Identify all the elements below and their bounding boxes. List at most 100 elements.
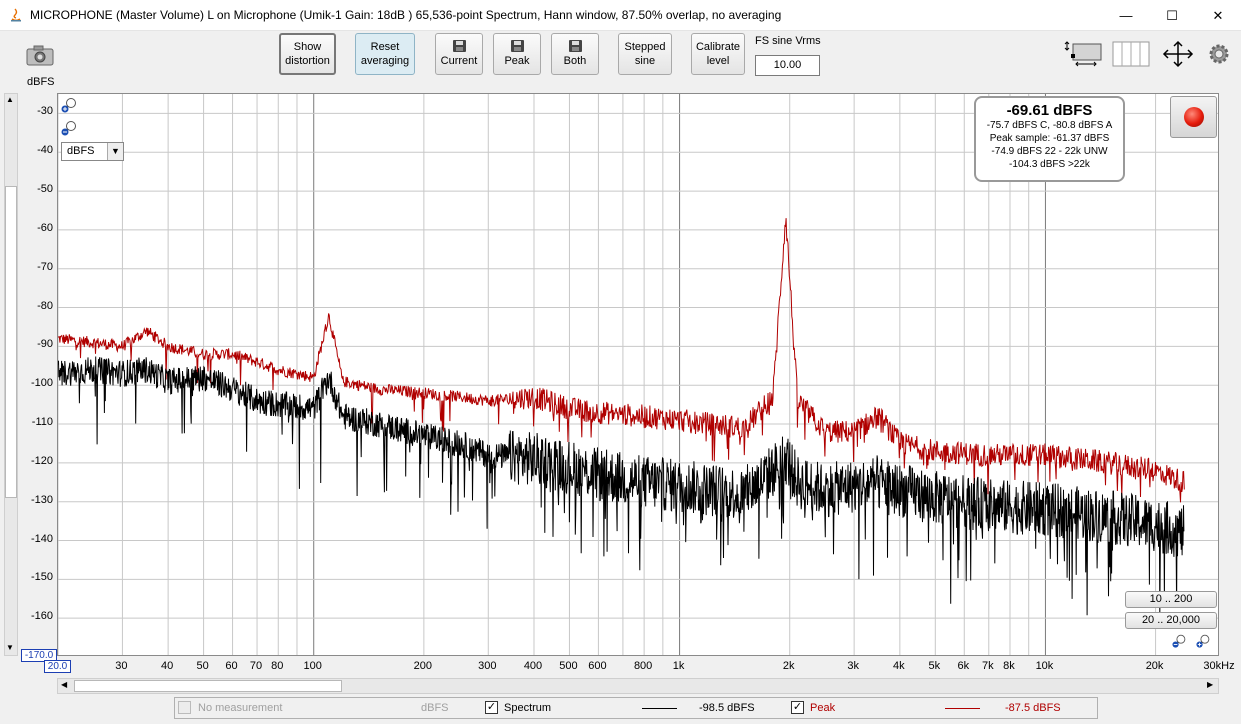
reset-averaging-label-2: averaging: [360, 55, 410, 67]
close-button[interactable]: ✕: [1195, 0, 1241, 31]
fs-sine-label: FS sine Vrms: [755, 35, 821, 47]
calibrate-level-label-1: Calibrate: [695, 41, 741, 53]
save-both-label: Both: [563, 55, 587, 67]
no-measurement-checkbox[interactable]: [178, 701, 191, 714]
spectrum-trace: [58, 356, 1185, 618]
y-tick-label: -80: [37, 299, 53, 312]
show-distortion-label-2: distortion: [285, 55, 330, 67]
y-tick-label: -50: [37, 183, 53, 196]
x-tick-label: 600: [588, 660, 607, 672]
save-current-button[interactable]: Current: [435, 33, 483, 75]
x-tick-label: 5k: [928, 660, 941, 672]
x-tick-label: 300: [478, 660, 497, 672]
unit-dropdown-value: dBFS: [67, 145, 95, 157]
spectrum-legend-label: Spectrum: [504, 702, 552, 714]
zoom-out-icon[interactable]: [61, 120, 79, 136]
x-tick-label: 800: [633, 660, 653, 672]
spectrum-checkbox[interactable]: ✓: [485, 701, 498, 714]
peak-legend-value: -87.5 dBFS: [1005, 702, 1061, 714]
x-tick-label: 30kHz: [1203, 660, 1235, 672]
scroll-left-arrow-icon[interactable]: ◀: [61, 680, 67, 689]
x-tick-label: 2k: [782, 660, 795, 672]
save-both-button[interactable]: Both: [551, 33, 599, 75]
x-tick-label: 4k: [893, 660, 905, 672]
x-tick-label: 6k: [957, 660, 970, 672]
y-tick-label: -30: [37, 105, 53, 118]
camera-icon[interactable]: [26, 44, 54, 66]
scroll-right-arrow-icon[interactable]: ▶: [1207, 680, 1213, 689]
maximize-button[interactable]: ☐: [1149, 0, 1195, 31]
horizontal-scroll-thumb[interactable]: [74, 680, 342, 692]
calibrate-level-label-2: level: [706, 55, 730, 67]
unit-dropdown[interactable]: dBFS ▼: [61, 142, 124, 161]
x-tick-label: 80: [271, 660, 284, 672]
x-tick-label: 100: [303, 660, 322, 672]
peak-sample: Peak sample: -61.37 dBFS: [989, 133, 1110, 144]
peak-trace: [58, 218, 1185, 503]
stepped-sine-label-1: Stepped: [624, 41, 666, 53]
x-zoom-out-icon[interactable]: [1172, 633, 1188, 649]
y-tick-label: -40: [37, 144, 53, 157]
no-measurement-label: No measurement: [198, 702, 283, 714]
save-disk-icon: [510, 40, 524, 52]
chevron-down-icon: ▼: [107, 143, 123, 160]
y-tick-label: -100: [30, 377, 53, 390]
x-zoom-in-icon[interactable]: [1196, 633, 1212, 649]
save-disk-icon: [568, 40, 582, 52]
level-above-22k: -104.3 dBFS >22k: [1009, 159, 1090, 170]
calibrate-level-button[interactable]: Calibrate level: [691, 33, 745, 75]
peak-checkbox[interactable]: ✓: [791, 701, 804, 714]
x-tick-label: 400: [523, 660, 543, 672]
y-tick-label: -90: [37, 338, 53, 351]
x-tick-label: 60: [225, 660, 238, 672]
y-tick-label: -130: [30, 493, 53, 506]
no-measurement-unit: dBFS: [421, 702, 449, 714]
x-tick-label: 20k: [1145, 660, 1164, 672]
level-weighted: -75.7 dBFS C, -80.8 dBFS A: [986, 120, 1113, 131]
reset-averaging-button[interactable]: Reset averaging: [355, 33, 415, 75]
x-tick-label: 8k: [1003, 660, 1015, 672]
range-20-20000-button[interactable]: 20 .. 20,000: [1125, 612, 1217, 629]
y-tick-label: -60: [37, 221, 53, 234]
scroll-down-arrow-icon[interactable]: ▼: [6, 643, 14, 652]
spectrum-legend-value: -98.5 dBFS: [699, 702, 755, 714]
panel-columns-icon[interactable]: [1112, 41, 1150, 67]
zoom-in-icon[interactable]: [61, 97, 79, 113]
y-tick-label: -110: [31, 416, 53, 429]
x-tick-label: 40: [161, 660, 174, 672]
save-peak-button[interactable]: Peak: [493, 33, 541, 75]
vertical-scroll-thumb[interactable]: [5, 186, 17, 498]
level-unweighted: -74.9 dBFS 22 - 22k UNW: [991, 146, 1108, 157]
fs-sine-input[interactable]: 10.00: [755, 55, 820, 76]
spectrum-legend-swatch: [642, 708, 677, 709]
reset-averaging-label-1: Reset: [370, 41, 400, 53]
y-tick-label: -70: [37, 260, 53, 273]
save-disk-icon: [452, 40, 466, 52]
level-main-value: -69.61 dBFS: [1006, 102, 1093, 119]
level-info-box: -69.61 dBFS -75.7 dBFS C, -80.8 dBFS A P…: [974, 96, 1125, 182]
x-tick-label: 50: [196, 660, 209, 672]
show-distortion-button[interactable]: Show distortion: [279, 33, 336, 75]
x-tick-label: 70: [249, 660, 263, 672]
stepped-sine-label-2: sine: [634, 55, 656, 67]
minimize-button[interactable]: —: [1103, 0, 1149, 31]
x-min-value-box[interactable]: 20.0: [44, 660, 71, 673]
settings-gear-icon[interactable]: [1207, 42, 1231, 66]
java-app-icon: [11, 8, 21, 22]
y-axis-unit-label: dBFS: [27, 76, 55, 88]
y-tick-label: -120: [30, 454, 53, 467]
window-title: MICROPHONE (Master Volume) L on Micropho…: [30, 8, 782, 22]
x-tick-label: 10k: [1035, 660, 1054, 672]
fullscreen-arrows-icon[interactable]: [1160, 40, 1196, 68]
y-tick-label: -150: [30, 571, 53, 584]
stepped-sine-button[interactable]: Stepped sine: [618, 33, 672, 75]
peak-legend-label: Peak: [810, 702, 836, 714]
x-tick-label: 500: [559, 660, 578, 672]
save-current-label: Current: [440, 55, 478, 67]
show-distortion-label-1: Show: [293, 41, 322, 53]
scroll-up-arrow-icon[interactable]: ▲: [6, 95, 14, 104]
x-tick-label: 3k: [847, 660, 859, 672]
x-tick-label: 200: [413, 660, 433, 672]
range-10-200-button[interactable]: 10 .. 200: [1125, 591, 1217, 608]
layout-toggle-icon[interactable]: [1064, 40, 1102, 68]
